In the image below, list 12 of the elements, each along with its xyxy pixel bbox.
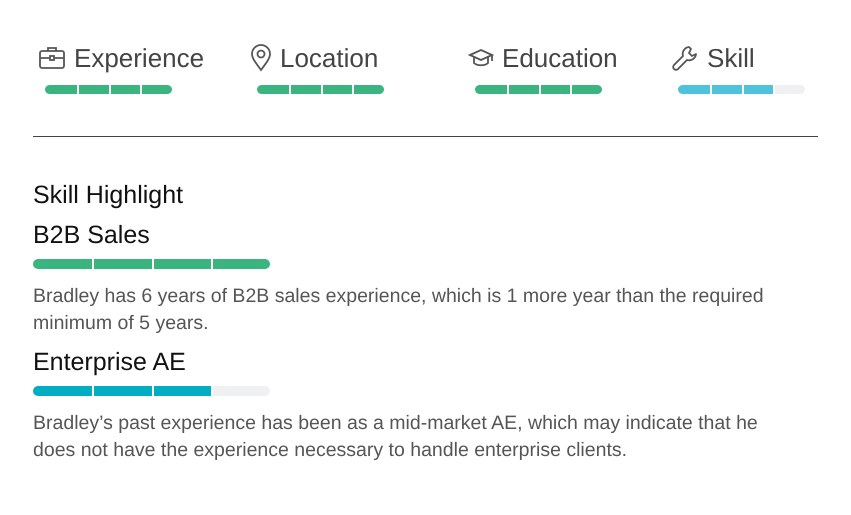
criterion-label: Experience [74, 42, 204, 74]
wrench-icon [671, 44, 699, 72]
section-title: Skill Highlight [33, 181, 184, 210]
criterion-label: Location [280, 42, 378, 74]
skill-name: Enterprise AE [33, 348, 187, 377]
skill-description: Bradley’s past experience has been as a mid-market AE, which may indicate that he does not have the experience necessary to handle enterprise clients. [33, 411, 759, 463]
skill-description: Bradley has 6 years of B2B sales experience, which is 1 more year than the required minimum of 5 years. [33, 284, 765, 336]
skill-name: B2B Sales [33, 221, 151, 250]
briefcase-icon [38, 45, 66, 71]
criterion-label: Skill [707, 42, 755, 74]
location-pin-icon [250, 44, 272, 72]
criterion-label: Education [502, 42, 618, 74]
